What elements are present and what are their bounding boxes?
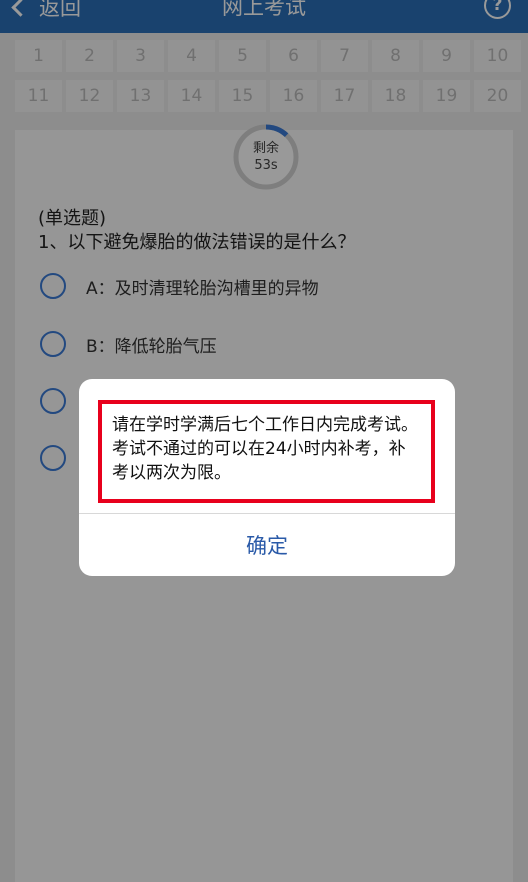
dialog-message: 请在学时学满后七个工作日内完成考试。考试不通过的可以在24小时内补考，补考以两次… <box>98 400 435 503</box>
confirm-button[interactable]: 确定 <box>79 514 455 576</box>
alert-dialog: 请在学时学满后七个工作日内完成考试。考试不通过的可以在24小时内补考，补考以两次… <box>79 379 455 576</box>
